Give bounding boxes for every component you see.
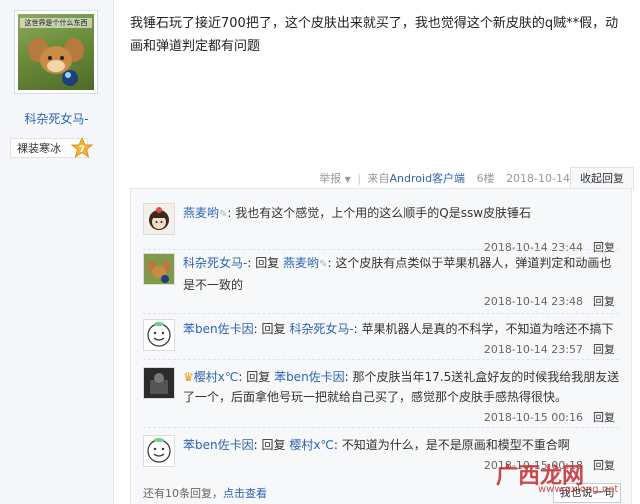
reply-text: 这个皮肤有点类似于苹果机器人，弹道判定和动画也是不一致的 bbox=[183, 256, 612, 292]
reply-button[interactable]: 回复 bbox=[593, 459, 615, 472]
smiley-avatar-icon bbox=[144, 436, 174, 466]
reply-button[interactable]: 回复 bbox=[593, 343, 615, 356]
smiley-avatar-icon bbox=[144, 320, 174, 350]
reply-to-user[interactable]: 科杂死女马- bbox=[289, 322, 353, 336]
reply-avatar[interactable] bbox=[143, 253, 175, 285]
reply-meta: 2018-10-15 00:16 回复 bbox=[484, 409, 615, 425]
reply-avatar[interactable] bbox=[143, 319, 175, 351]
badge-label: 裸装寒冰 bbox=[17, 142, 61, 155]
badge-level: 7 bbox=[79, 145, 85, 155]
reply-meta: 2018-10-14 23:48 回复 bbox=[484, 293, 615, 309]
jerry-mouse-icon bbox=[144, 254, 174, 284]
reply-time: 2018-10-14 23:48 bbox=[483, 295, 583, 308]
source-link[interactable]: Android客户端 bbox=[390, 172, 466, 185]
reply-avatar[interactable] bbox=[143, 367, 175, 399]
author-name[interactable]: 科杂死女马- bbox=[0, 110, 113, 127]
site-watermark-url: www.gxlong.net bbox=[538, 484, 619, 495]
reply-divider bbox=[143, 249, 619, 250]
reply-word: 回复 bbox=[246, 370, 271, 384]
reply-panel: 燕麦哟✎: 我也有这个感觉，上个用的这么顺手的Q是ssw皮肤锤石 2018-10… bbox=[130, 188, 632, 504]
level-star-icon: 7 bbox=[71, 137, 93, 159]
photo-avatar-icon bbox=[144, 368, 174, 398]
reply-to-user[interactable]: 燕麦哟 bbox=[283, 256, 319, 270]
reply-user[interactable]: 苯ben佐卡因 bbox=[183, 438, 254, 452]
reply-time: 2018-10-15 00:16 bbox=[483, 411, 583, 424]
reply-to-user[interactable]: 苯ben佐卡因 bbox=[274, 370, 345, 384]
reply-word: 回复 bbox=[261, 438, 286, 452]
author-avatar-image: 这世界是个什么东西 bbox=[18, 14, 94, 90]
vip-icon: ✎ bbox=[319, 259, 328, 270]
reply-divider bbox=[143, 313, 619, 314]
reply-word: 回复 bbox=[255, 256, 280, 270]
reply-avatar[interactable] bbox=[143, 435, 175, 467]
reply-user[interactable]: 燕麦哟 bbox=[183, 206, 219, 220]
reply-text: 苹果机器人是真的不科学，不知道为啥还不搞下 bbox=[361, 322, 614, 336]
reply-user[interactable]: 樱村x℃ bbox=[194, 370, 239, 384]
reply-word: 回复 bbox=[261, 322, 286, 336]
more-replies-link[interactable]: 点击查看 bbox=[223, 487, 267, 500]
jerry-mouse-icon bbox=[28, 38, 84, 86]
author-column: 这世界是个什么东西 科杂死女马- 裸装寒冰 7 bbox=[0, 0, 114, 504]
reply-meta: 2018-10-14 23:57 回复 bbox=[484, 341, 615, 357]
reply-divider bbox=[143, 427, 619, 428]
reply-avatar[interactable] bbox=[143, 203, 175, 235]
reply-button[interactable]: 回复 bbox=[593, 295, 615, 308]
more-replies: 还有10条回复，点击查看 bbox=[143, 485, 267, 501]
source-prefix: 来自 bbox=[367, 172, 390, 185]
member-badge[interactable]: 裸装寒冰 7 bbox=[10, 137, 93, 159]
reply-user[interactable]: 科杂死女马- bbox=[183, 256, 247, 270]
girl-avatar-icon bbox=[144, 204, 174, 234]
collapse-replies-button[interactable]: 收起回复 bbox=[570, 167, 634, 190]
report-dropdown-icon[interactable]: ▼ bbox=[345, 175, 351, 184]
post-content: 我锤石玩了接近700把了，这个皮肤出来就买了，我也觉得这个新皮肤的q贼**假，动… bbox=[130, 16, 619, 54]
reply-time: 2018-10-14 23:57 bbox=[483, 343, 583, 356]
vip-icon: ✎ bbox=[219, 209, 228, 220]
reply-button[interactable]: 回复 bbox=[593, 411, 615, 424]
reply-to-user[interactable]: 樱村x℃ bbox=[289, 438, 334, 452]
author-avatar[interactable]: 这世界是个什么东西 bbox=[14, 10, 98, 94]
reply-text: 我也有这个感觉，上个用的这么顺手的Q是ssw皮肤锤石 bbox=[235, 206, 532, 220]
more-replies-text: 还有10条回复， bbox=[143, 487, 223, 500]
reply-user[interactable]: 苯ben佐卡因 bbox=[183, 322, 254, 336]
reply-text: 不知道为什么，是不是原画和模型不重合啊 bbox=[341, 438, 570, 452]
reply-divider bbox=[143, 359, 619, 360]
crown-badge-icon: ♛ bbox=[183, 370, 194, 384]
report-link[interactable]: 举报 bbox=[319, 172, 341, 185]
floor-number: 6楼 bbox=[476, 172, 495, 185]
